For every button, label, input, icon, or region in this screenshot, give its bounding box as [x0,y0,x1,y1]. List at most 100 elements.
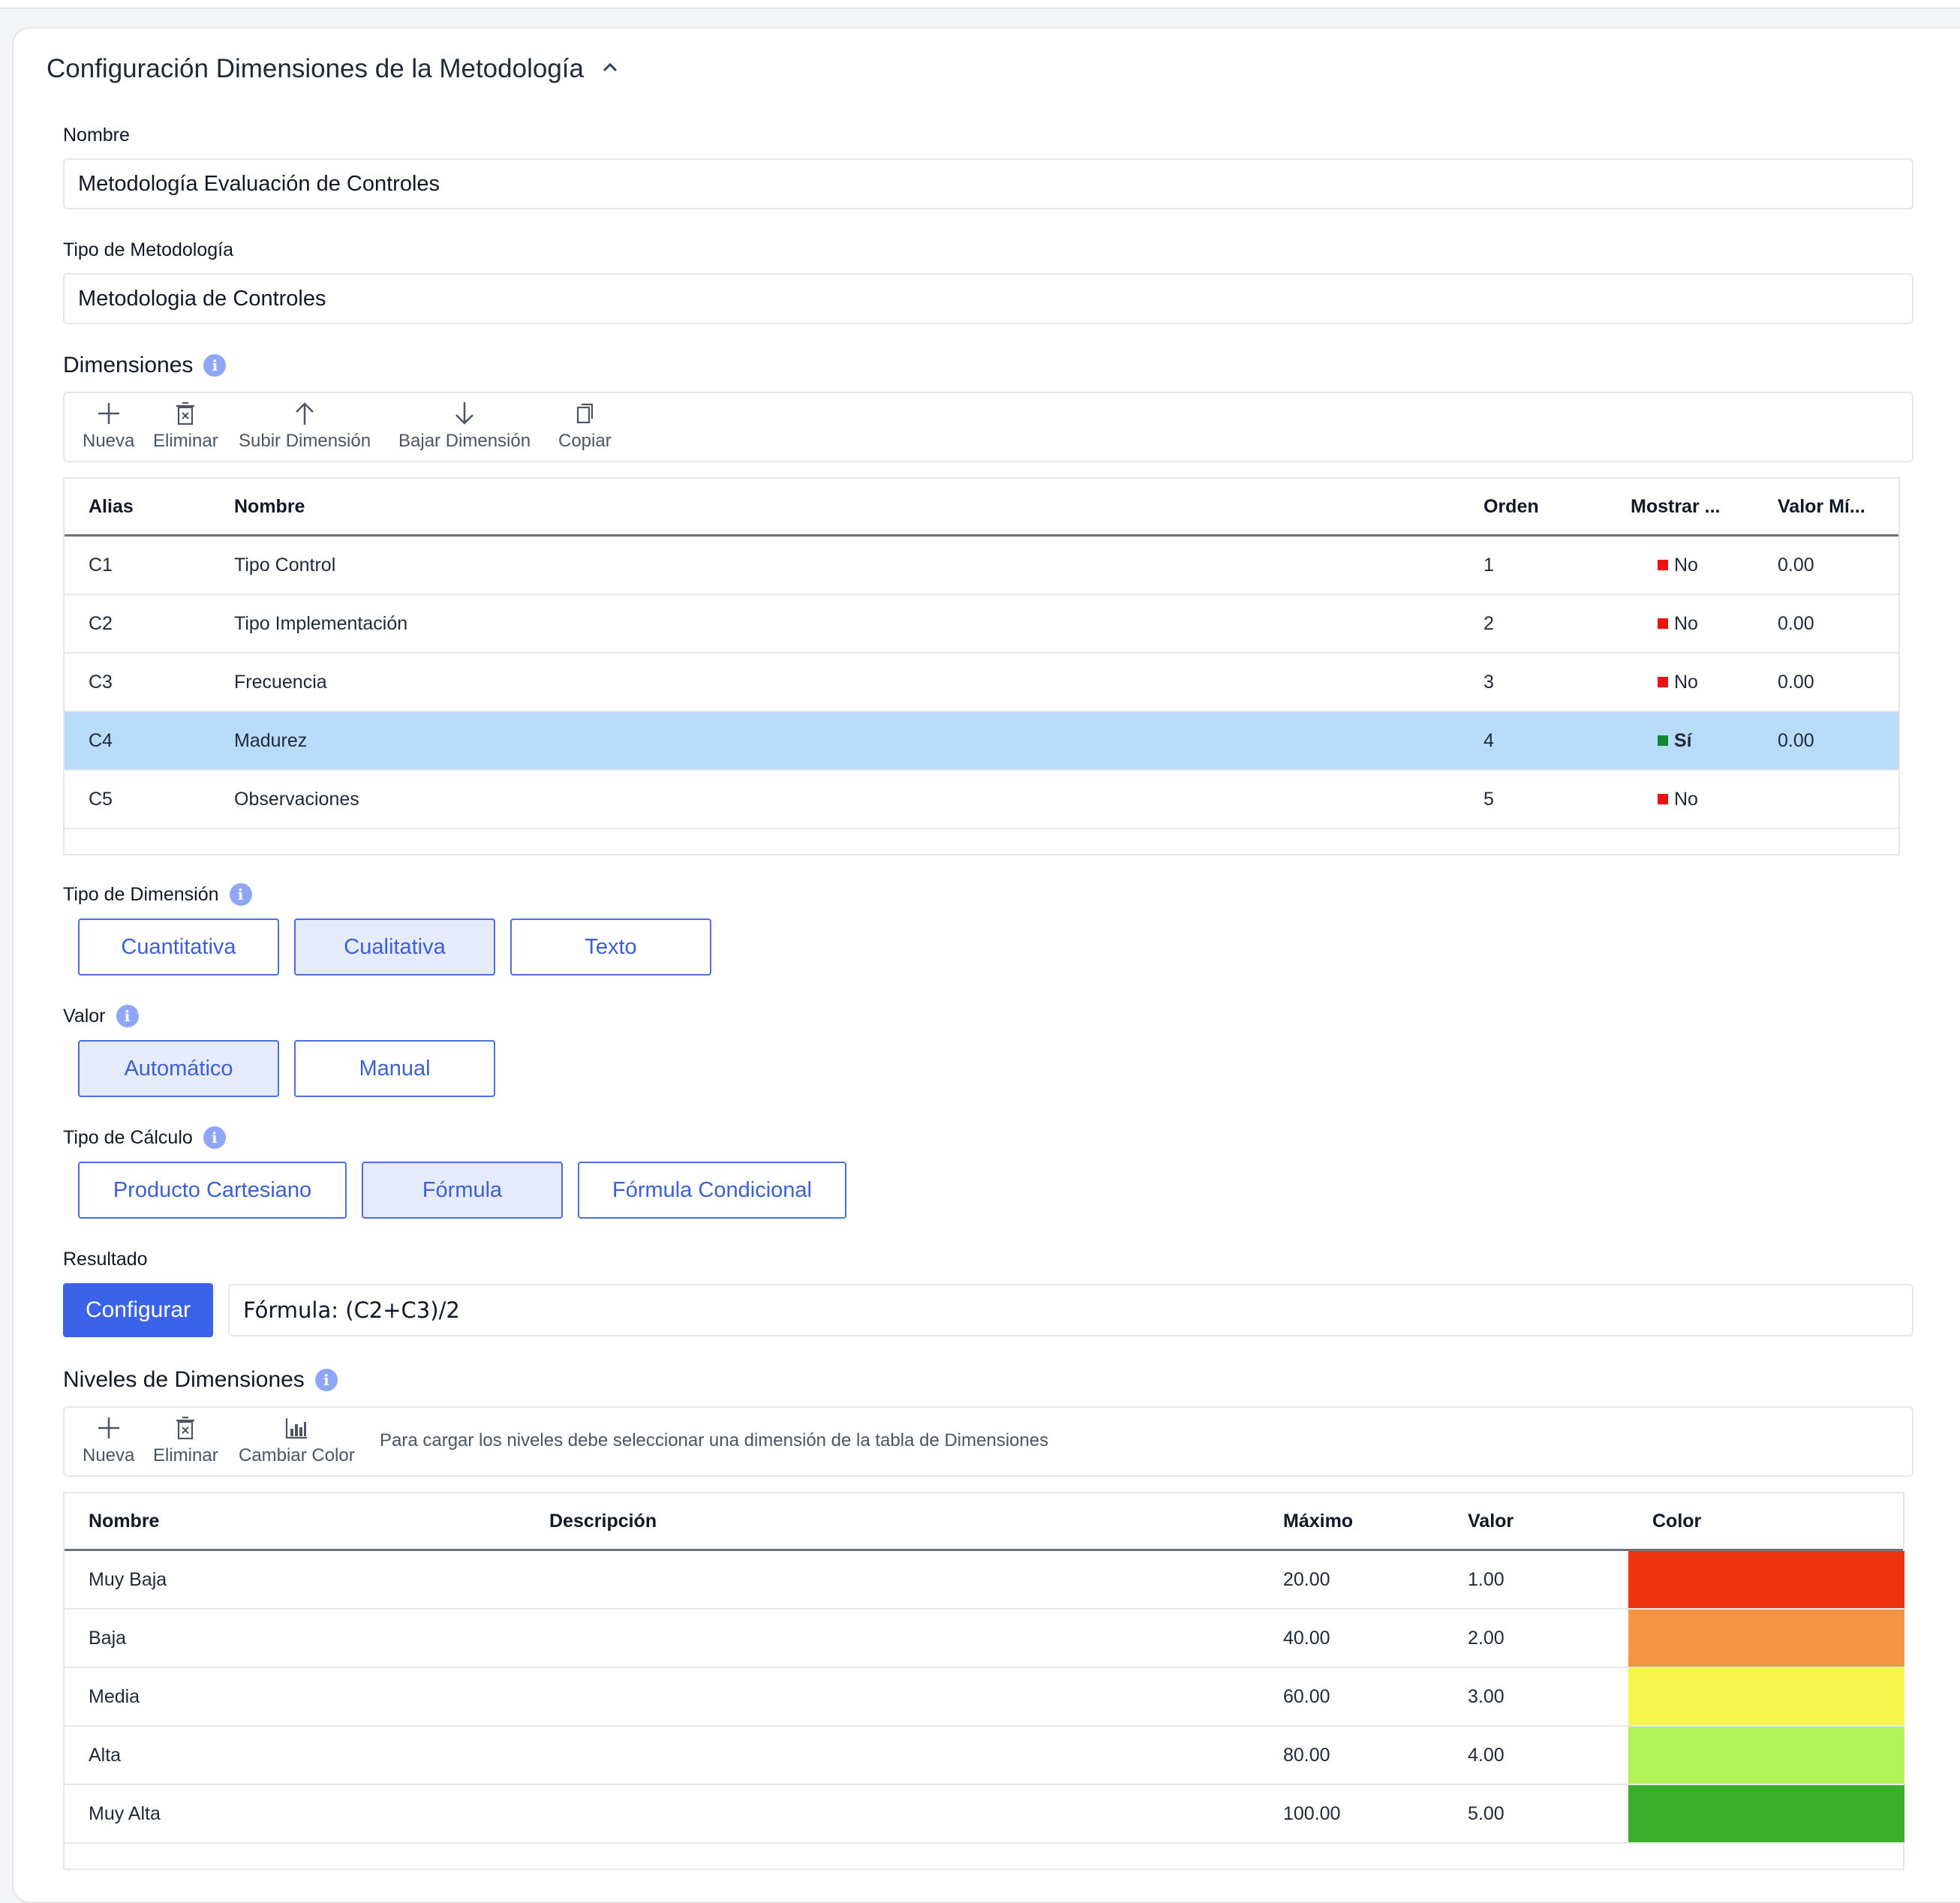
nombre-value: Metodología Evaluación de Controles [78,171,440,196]
color-swatch[interactable] [1628,1727,1904,1784]
cell-orden: 1 [1484,554,1494,576]
copiar-dimension-button[interactable]: Copiar [558,393,612,464]
trash-icon [176,401,195,425]
option-cuantitativa[interactable]: Cuantitativa [78,918,279,976]
cell-alias: C1 [89,554,113,576]
cambiar-color-button[interactable]: Cambiar Color [239,1408,355,1478]
table-row[interactable]: Muy Baja 20.00 1.00 [65,1551,1904,1610]
table-row[interactable]: C3 Frecuencia 3 No 0.00 [65,654,1898,712]
table-row[interactable]: C5 Observaciones 5 No [65,771,1898,829]
mostrar-value: No [1674,612,1698,634]
nueva-label: Nueva [83,431,135,451]
table-row[interactable]: C4 Madurez 4 Sí 0.00 [65,712,1898,771]
cell-nombre: Media [89,1685,140,1707]
subir-dimension-button[interactable]: Subir Dimensión [239,393,371,464]
cell-maximo: 20.00 [1283,1568,1330,1590]
cell-mostrar: No [1658,654,1698,711]
nueva-dimension-button[interactable]: Nueva [83,393,134,464]
info-icon[interactable]: i [203,1126,226,1149]
option-manual[interactable]: Manual [294,1040,495,1097]
cell-orden: 4 [1484,729,1494,751]
table-row[interactable]: C2 Tipo Implementación 2 No 0.00 [65,595,1898,654]
option-texto[interactable]: Texto [510,918,711,976]
mostrar-value: No [1674,671,1698,693]
cell-alias: C4 [89,729,113,751]
col-color[interactable]: Color [1652,1493,1701,1549]
nombre-label: Nombre [63,125,130,146]
cell-nombre: Tipo Control [234,554,336,576]
bajar-dimension-button[interactable]: Bajar Dimensión [398,393,531,464]
option-cualitativa[interactable]: Cualitativa [294,918,495,976]
option-producto-cartesiano[interactable]: Producto Cartesiano [78,1162,347,1219]
tipo-metodologia-label: Tipo de Metodología [63,239,234,260]
cell-maximo: 60.00 [1283,1685,1330,1707]
color-swatch[interactable] [1628,1551,1904,1608]
cell-alias: C3 [89,671,113,693]
col-descripcion[interactable]: Descripción [549,1493,657,1549]
nueva-nivel-button[interactable]: Nueva [83,1408,134,1478]
tipo-metodologia-field[interactable]: Metodologia de Controles [63,273,1913,324]
col-orden[interactable]: Orden [1484,479,1539,534]
tipo-calculo-label: Tipo de Cálculo [63,1126,193,1148]
copiar-label: Copiar [558,431,612,451]
option-formula-condicional[interactable]: Fórmula Condicional [578,1162,846,1219]
table-row[interactable]: Alta 80.00 4.00 [65,1727,1904,1785]
configurar-button[interactable]: Configurar [63,1283,213,1337]
cell-alias: C5 [89,788,113,810]
info-icon[interactable]: i [314,1369,338,1391]
color-swatch[interactable] [1628,1785,1904,1842]
status-square-icon [1658,560,1668,570]
tipo-dimension-heading: Tipo de Dimensión i [63,883,252,906]
niveles-table-header: Nombre Descripción Máximo Valor Color [65,1493,1903,1551]
table-row[interactable]: C1 Tipo Control 1 No 0.00 [65,537,1898,595]
dimensiones-table: Alias Nombre Orden Mostrar ... Valor Mí.… [63,477,1900,855]
col-nombre[interactable]: Nombre [234,479,305,534]
cell-alias: C2 [89,612,113,634]
col-nombre[interactable]: Nombre [89,1493,159,1549]
section-header[interactable]: Configuración Dimensiones de la Metodolo… [47,54,618,84]
col-valor-minimo[interactable]: Valor Mí... [1778,479,1865,534]
col-maximo[interactable]: Máximo [1283,1493,1353,1549]
status-square-icon [1658,794,1668,804]
chevron-up-icon[interactable] [602,57,618,78]
cell-maximo: 40.00 [1283,1627,1330,1649]
table-row[interactable]: Media 60.00 3.00 [65,1668,1904,1727]
nombre-field[interactable]: Metodología Evaluación de Controles [63,158,1913,209]
eliminar-nivel-button[interactable]: Eliminar [153,1408,218,1478]
table-row[interactable]: Baja 40.00 2.00 [65,1610,1904,1668]
mostrar-value: No [1674,554,1698,576]
cell-nombre: Muy Alta [89,1802,161,1824]
info-icon[interactable]: i [116,1005,139,1027]
option-automatico[interactable]: Automático [78,1040,279,1097]
info-icon[interactable]: i [203,354,227,377]
plus-icon [98,403,119,424]
info-icon[interactable]: i [229,883,252,906]
arrow-down-icon [455,402,473,425]
dimensiones-table-header: Alias Nombre Orden Mostrar ... Valor Mí.… [65,479,1898,537]
eliminar-dimension-button[interactable]: Eliminar [153,393,218,464]
copy-icon [577,403,594,424]
cell-nombre: Alta [89,1744,122,1766]
table-row[interactable]: Muy Alta 100.00 5.00 [65,1785,1904,1844]
eliminar-label: Eliminar [153,1445,218,1466]
niveles-toolbar: Nueva Eliminar Cambiar Color Para cargar… [63,1406,1913,1477]
option-formula[interactable]: Fórmula [362,1162,563,1219]
cell-valor-minimo: 0.00 [1778,671,1814,693]
color-swatch[interactable] [1628,1610,1904,1667]
niveles-table: Nombre Descripción Máximo Valor Color Mu… [63,1492,1904,1870]
color-swatch[interactable] [1628,1668,1904,1725]
tipo-calculo-heading: Tipo de Cálculo i [63,1126,226,1149]
valor-selector: Automático Manual [78,1040,495,1097]
formula-field[interactable]: Fórmula: (C2+C3)/2 [228,1284,1913,1336]
dimensiones-toolbar: Nueva Eliminar Subir Dimensión Bajar Dim… [63,392,1913,462]
col-alias[interactable]: Alias [89,479,134,534]
niveles-title: Niveles de Dimensiones [63,1367,305,1392]
cell-nombre: Baja [89,1627,127,1649]
col-mostrar[interactable]: Mostrar ... [1631,479,1720,534]
niveles-heading: Niveles de Dimensiones i [63,1367,338,1393]
cell-maximo: 80.00 [1283,1744,1330,1766]
col-valor[interactable]: Valor [1468,1493,1514,1549]
status-square-icon [1658,618,1668,629]
status-square-icon [1658,677,1668,687]
cell-valor-minimo: 0.00 [1778,554,1814,576]
